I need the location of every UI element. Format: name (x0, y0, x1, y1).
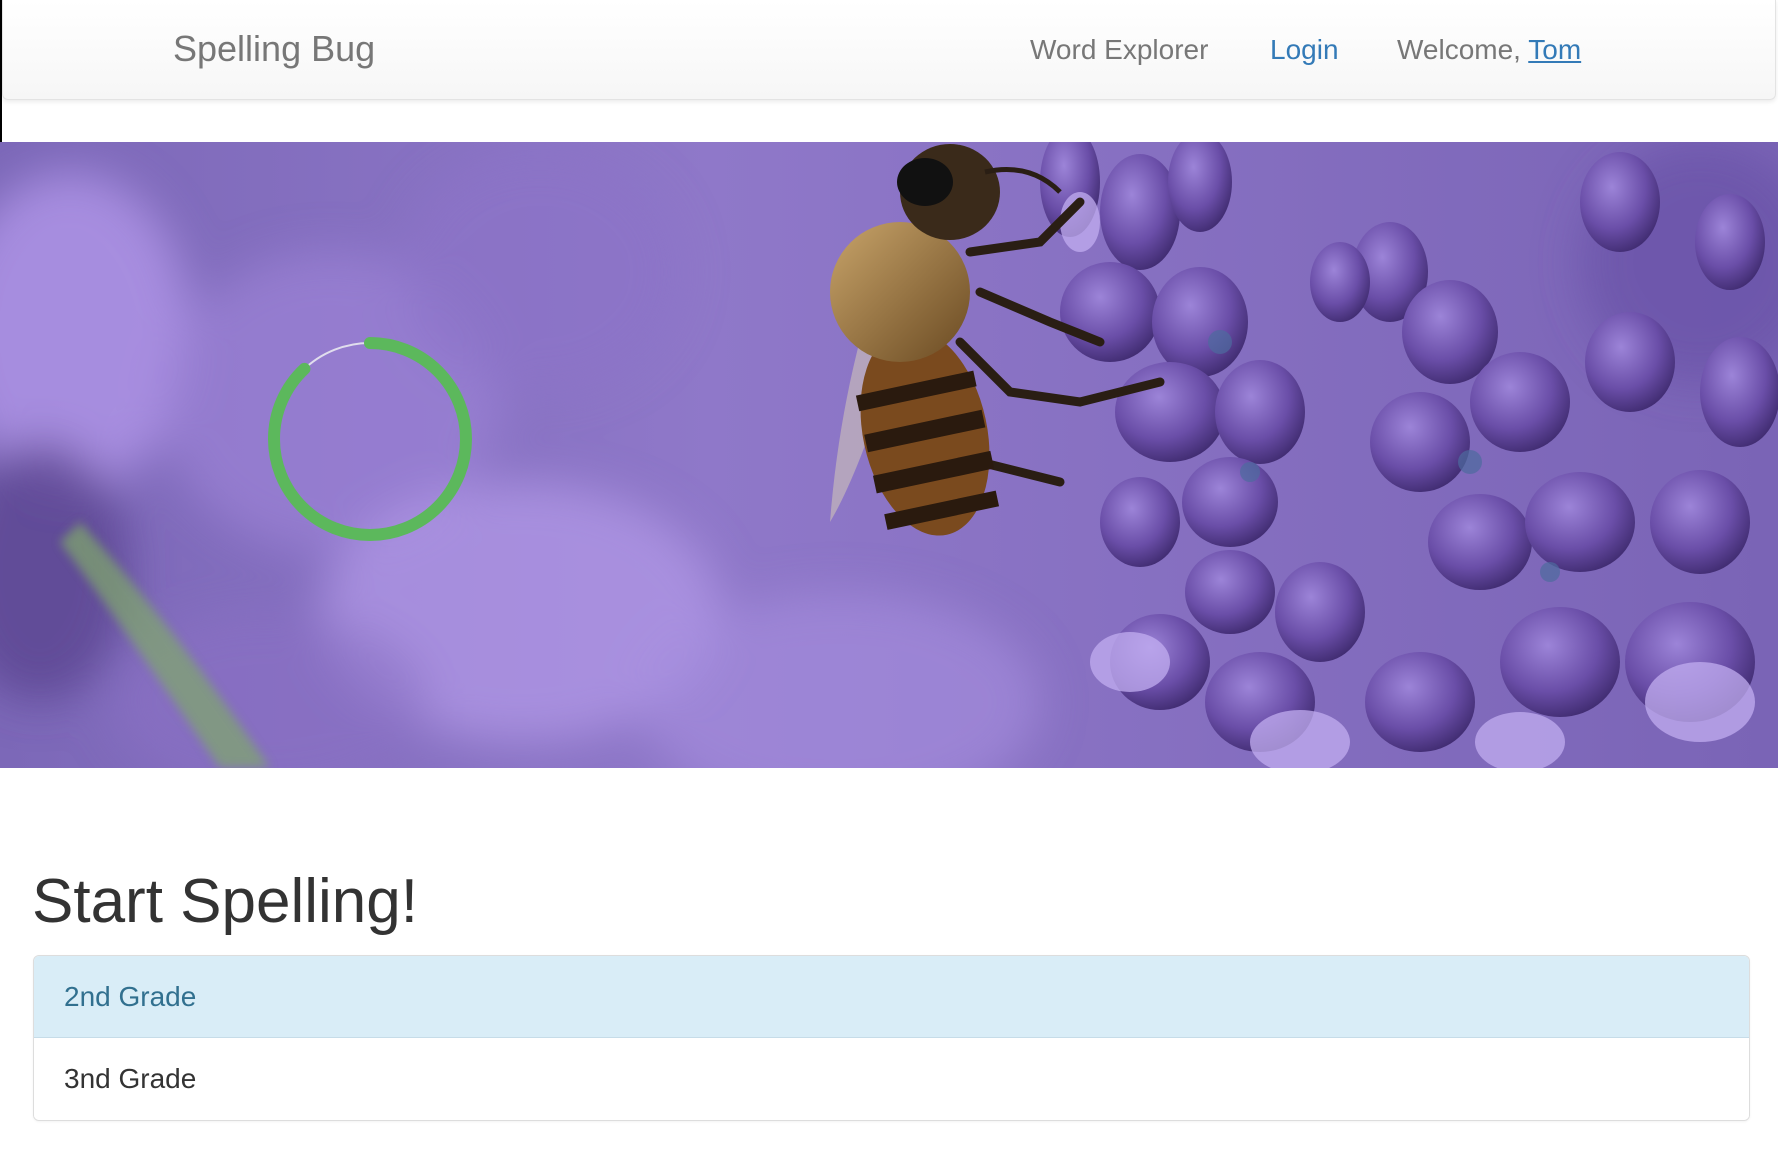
nav-welcome: Welcome, Tom (1397, 34, 1581, 66)
navbar: Spelling Bug Word Explorer Login Welcome… (2, 0, 1776, 100)
page-title: Start Spelling! (32, 867, 418, 936)
hero-banner (0, 142, 1778, 768)
nav-login[interactable]: Login (1270, 34, 1339, 66)
brand-link[interactable]: Spelling Bug (173, 28, 375, 70)
grade-item-3nd[interactable]: 3nd Grade (34, 1038, 1749, 1120)
welcome-prefix: Welcome, (1397, 34, 1529, 65)
nav-word-explorer[interactable]: Word Explorer (1030, 34, 1208, 66)
hero-image (0, 142, 1778, 768)
welcome-user-link[interactable]: Tom (1528, 34, 1581, 65)
grade-list: 2nd Grade 3nd Grade (33, 955, 1750, 1121)
grade-item-2nd[interactable]: 2nd Grade (34, 956, 1749, 1038)
